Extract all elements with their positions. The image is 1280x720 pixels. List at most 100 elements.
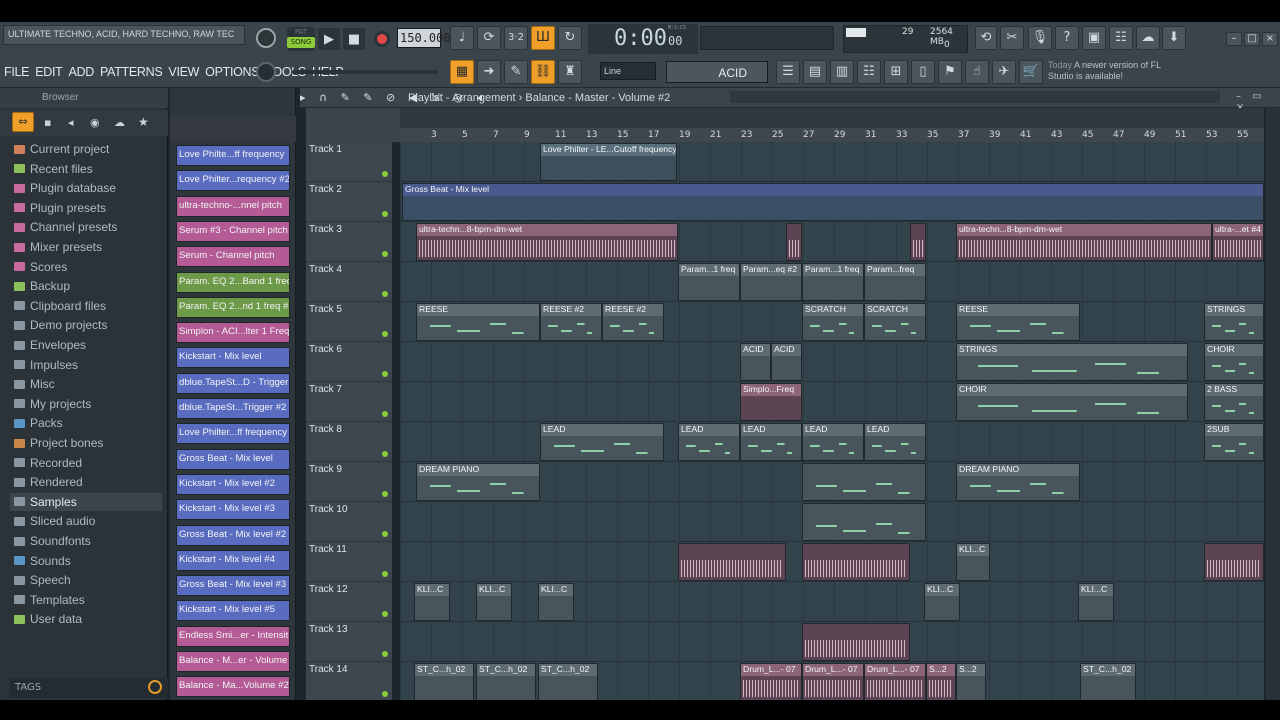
arrow-icon[interactable]: ➜ — [477, 60, 501, 84]
play-button[interactable]: ▶ — [318, 28, 340, 50]
browser-sample-icon[interactable]: ◂ — [68, 116, 74, 129]
metronome-icon[interactable]: ♩ — [450, 26, 474, 50]
clip-pattern[interactable] — [802, 463, 926, 501]
track-header[interactable]: Track 5 — [306, 302, 392, 342]
browser-item[interactable]: Sliced audio — [14, 512, 95, 530]
channel-button[interactable]: Balance - Ma...Volume #2 — [176, 676, 290, 698]
browser-item[interactable]: Impulses — [14, 356, 78, 374]
channel-button[interactable]: Love Philte...ff frequency — [176, 145, 290, 166]
clip-audio[interactable]: ultra-techn...8-bpm-dm-wet — [956, 223, 1212, 261]
browser-item[interactable]: Packs — [14, 414, 63, 432]
pattern-selector[interactable]: ACID — [666, 61, 768, 83]
clip-pattern[interactable]: REESE — [956, 303, 1080, 341]
track-header[interactable]: Track 8 — [306, 422, 392, 462]
record-button[interactable] — [374, 31, 390, 47]
browser-cloud-icon[interactable]: ☁ — [114, 116, 125, 129]
reset-icon[interactable]: ⟲ — [975, 26, 997, 50]
browser-item[interactable]: Recent files — [14, 160, 93, 178]
channel-button[interactable]: dblue.TapeSt...Trigger #2 — [176, 398, 290, 419]
save-icon[interactable]: ▣ — [1082, 26, 1106, 50]
clip-pattern[interactable]: LEAD — [802, 423, 864, 461]
clip-audio[interactable]: KLI...C — [538, 583, 574, 621]
download-icon[interactable]: ⬇ — [1162, 26, 1186, 50]
clip-audio[interactable]: ST_C...h_02 — [1080, 663, 1136, 701]
menu-view[interactable]: VIEW — [168, 62, 199, 84]
render-icon[interactable]: ✈ — [992, 60, 1016, 84]
wait-for-input-icon[interactable]: ⟳ — [477, 26, 501, 50]
track-header[interactable]: Track 2 — [306, 182, 392, 222]
clip-pattern[interactable]: REESE — [416, 303, 540, 341]
track-enable-led[interactable] — [382, 451, 388, 457]
clip-pattern[interactable]: STRINGS — [1204, 303, 1264, 341]
browser-item[interactable]: Sounds — [14, 552, 71, 570]
channel-button[interactable]: Kickstart - Mix level #3 — [176, 499, 290, 521]
clip-audio[interactable] — [678, 543, 786, 581]
track-enable-led[interactable] — [382, 611, 388, 617]
channel-button[interactable]: Kickstart - Mix level — [176, 347, 290, 369]
step-edit-icon[interactable]: Ш — [531, 26, 555, 50]
browser-item[interactable]: Channel presets — [14, 218, 117, 236]
browser-item[interactable]: Plugin presets — [14, 199, 106, 217]
channel-button[interactable]: Param. EQ 2...nd 1 freq #2 — [176, 296, 290, 318]
track-header[interactable]: Track 6 — [306, 342, 392, 382]
stamp-icon[interactable]: ♜ — [558, 60, 582, 84]
tempo-display[interactable]: 150.000 — [397, 28, 451, 48]
menu-add[interactable]: ADD — [68, 62, 94, 84]
clip-pattern[interactable]: CHOIR — [956, 383, 1188, 421]
clip-audio[interactable]: KLI...C — [1078, 583, 1114, 621]
clip-pattern[interactable]: ACID — [740, 343, 771, 381]
clip-audio[interactable] — [786, 223, 802, 261]
browser-item[interactable]: Rendered — [14, 473, 83, 491]
track-header[interactable]: Track 4 — [306, 262, 392, 302]
clip-pattern[interactable]: ACID — [771, 343, 802, 381]
track-enable-led[interactable] — [382, 691, 388, 697]
pat-song-toggle[interactable]: PAT SONG — [287, 27, 315, 51]
track-header[interactable]: Track 13 — [306, 622, 392, 662]
channel-button[interactable]: Gross Beat - Mix level #3 — [176, 575, 290, 597]
clip-pattern[interactable]: STRINGS — [956, 343, 1188, 381]
browser-item[interactable]: Soundfonts — [14, 532, 91, 550]
browser-item[interactable]: Clipboard files — [14, 297, 106, 315]
clip-audio[interactable]: Drum_L...- 07 — [802, 663, 864, 701]
track-enable-led[interactable] — [382, 211, 388, 217]
browser-plugin-icon[interactable]: ▪ — [44, 116, 51, 129]
clip-pattern[interactable]: CHOIR — [1204, 343, 1264, 381]
clip-pattern[interactable]: REESE #2 — [602, 303, 664, 341]
clip-pattern[interactable]: SCRATCH — [864, 303, 926, 341]
plugin-icon[interactable]: ⚑ — [938, 60, 962, 84]
pitch-knob[interactable] — [256, 62, 276, 82]
minimize-icon[interactable]: – — [1226, 32, 1242, 46]
track-header[interactable]: Track 10 — [306, 502, 392, 542]
clip-audio[interactable]: ultra-techn...8-bpm-dm-wet — [416, 223, 678, 261]
piano-roll-icon[interactable]: ▦ — [450, 60, 474, 84]
channel-button[interactable]: dblue.TapeSt...D - Trigger — [176, 372, 290, 394]
time-display[interactable]: 0:00 00 M:S:CS — [588, 24, 698, 54]
track-header[interactable]: Track 3 — [306, 222, 392, 262]
clip-pattern[interactable]: LEAD — [540, 423, 664, 461]
clip-audio[interactable] — [1204, 543, 1264, 581]
browser-star-icon[interactable]: ★ — [138, 115, 149, 129]
playlist-overview[interactable] — [730, 91, 1220, 103]
clip-pattern[interactable]: LEAD — [678, 423, 740, 461]
browser-item[interactable]: Plugin database — [14, 179, 116, 197]
track-enable-led[interactable] — [382, 651, 388, 657]
clip-audio[interactable]: KLI...C — [956, 543, 990, 581]
track-row[interactable] — [400, 582, 1264, 622]
track-enable-led[interactable] — [382, 371, 388, 377]
channel-button[interactable]: Endless Smi...er - Intensit — [176, 625, 290, 647]
master-pitch-slider[interactable] — [292, 70, 438, 74]
mixer-view-icon[interactable]: ☷ — [857, 60, 881, 84]
clip-audio[interactable]: Drum_L...- 07 — [864, 663, 926, 701]
clip-automation[interactable]: Love Philter - LE...Cutoff frequency — [540, 143, 677, 181]
track-enable-led[interactable] — [382, 291, 388, 297]
clip-pattern[interactable]: LEAD — [864, 423, 926, 461]
browser-item[interactable]: Current project — [14, 140, 109, 158]
clip-pattern[interactable]: SCRATCH — [802, 303, 864, 341]
clip-pattern[interactable]: REESE #2 — [540, 303, 602, 341]
pencil-icon[interactable]: ✎ — [504, 60, 528, 84]
track-enable-led[interactable] — [382, 171, 388, 177]
countdown-icon[interactable]: 3·2 — [504, 26, 528, 50]
browser-item[interactable]: Backup — [14, 277, 70, 295]
clip-audio[interactable]: ST_C...h_02 — [538, 663, 598, 701]
track-enable-led[interactable] — [382, 491, 388, 497]
